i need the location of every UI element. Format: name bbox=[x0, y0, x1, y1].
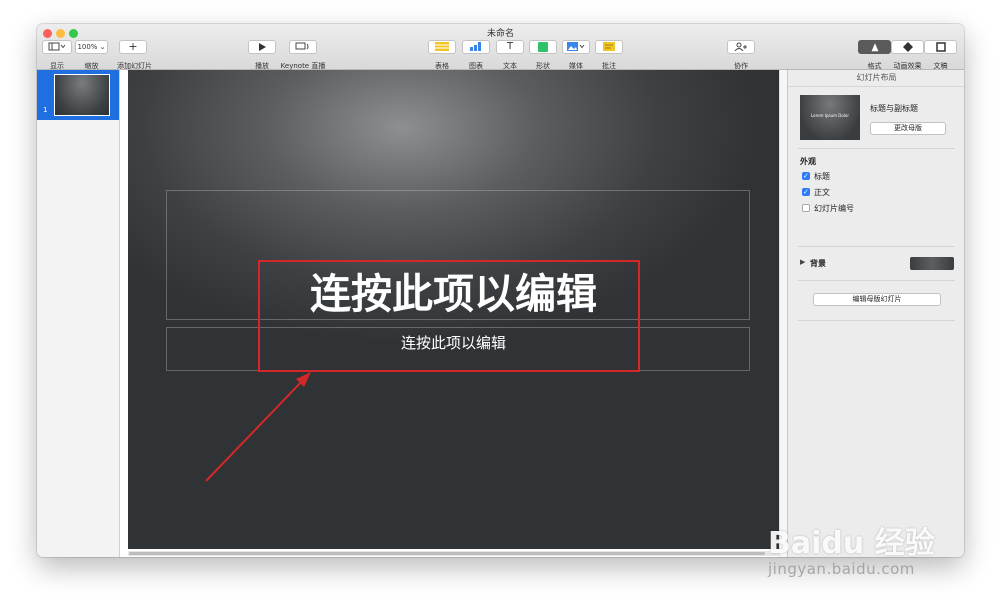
chevron-down-icon: ⌄ bbox=[97, 43, 106, 51]
text-control[interactable]: T 文本 bbox=[496, 40, 524, 71]
divider bbox=[798, 320, 955, 321]
divider bbox=[798, 280, 955, 281]
body-checkbox[interactable] bbox=[802, 188, 810, 196]
media-button[interactable] bbox=[562, 40, 590, 54]
toolbar: 未命名 显示 100% ⌄ 缩放 + 添加幻灯片 播放 Keynote 直播 表… bbox=[37, 24, 964, 70]
media-icon bbox=[567, 42, 585, 51]
horizontal-scrollbar[interactable] bbox=[128, 551, 779, 556]
divider bbox=[798, 246, 955, 247]
inspector-header: 幻灯片布局 bbox=[788, 70, 964, 87]
collaborate-button[interactable] bbox=[727, 40, 755, 54]
zoom-control[interactable]: 100% ⌄ 缩放 bbox=[75, 40, 108, 71]
document-button[interactable] bbox=[924, 40, 957, 54]
format-control[interactable]: 格式 bbox=[858, 40, 891, 71]
play-button[interactable] bbox=[248, 40, 276, 54]
body-checkbox-row[interactable]: 正文 bbox=[802, 187, 830, 198]
add-slide-button[interactable]: + bbox=[119, 40, 147, 54]
slide[interactable]: 连按此项以编辑 连按此项以编辑 bbox=[128, 70, 779, 549]
shape-control[interactable]: 形状 bbox=[529, 40, 557, 71]
scrollbar-thumb[interactable] bbox=[129, 552, 765, 555]
keynote-live-icon bbox=[295, 42, 309, 50]
media-control[interactable]: 媒体 bbox=[562, 40, 590, 71]
body-checkbox-label: 正文 bbox=[814, 188, 830, 197]
slide-navigator: 1 bbox=[37, 70, 120, 557]
document-icon bbox=[935, 41, 946, 52]
view-control[interactable]: 显示 bbox=[42, 40, 72, 71]
watermark-logo: Baidu 经验 bbox=[768, 526, 935, 561]
slide-canvas: 连按此项以编辑 连按此项以编辑 bbox=[120, 70, 787, 557]
collaborate-control[interactable]: 协作 bbox=[727, 40, 755, 71]
animate-icon bbox=[902, 41, 913, 52]
title-checkbox-label: 标题 bbox=[814, 172, 830, 181]
text-icon: T bbox=[506, 41, 514, 52]
document-control[interactable]: 文稿 bbox=[924, 40, 957, 71]
slide-thumbnail-selected[interactable]: 1 bbox=[37, 70, 119, 120]
annotation-arrow bbox=[205, 372, 311, 482]
animate-control[interactable]: 动画效果 bbox=[891, 40, 924, 71]
comment-button[interactable] bbox=[595, 40, 623, 54]
zoom-value: 100% bbox=[77, 43, 98, 51]
format-button[interactable] bbox=[858, 40, 891, 54]
table-button[interactable] bbox=[428, 40, 456, 54]
chart-icon bbox=[470, 42, 481, 51]
zoom-select[interactable]: 100% ⌄ bbox=[75, 40, 108, 54]
change-master-button[interactable]: 更改母版 bbox=[870, 122, 946, 135]
slide-number-checkbox[interactable] bbox=[802, 204, 810, 212]
background-label[interactable]: 背景 bbox=[810, 258, 826, 269]
title-checkbox[interactable] bbox=[802, 172, 810, 180]
watermark-url: jingyan.baidu.com bbox=[768, 560, 915, 578]
edit-master-slide-button[interactable]: 编辑母版幻灯片 bbox=[813, 293, 941, 306]
table-icon bbox=[435, 42, 449, 51]
title-checkbox-row[interactable]: 标题 bbox=[802, 171, 830, 182]
chart-button[interactable] bbox=[462, 40, 490, 54]
play-icon bbox=[259, 42, 266, 51]
sidebar-icon bbox=[48, 42, 66, 51]
master-thumbnail-text: Lorem Ipsum Dolor bbox=[810, 113, 850, 118]
paintbrush-icon bbox=[871, 42, 878, 51]
comment-control[interactable]: 批注 bbox=[595, 40, 623, 71]
text-button[interactable]: T bbox=[496, 40, 524, 54]
slide-thumbnail[interactable] bbox=[54, 74, 110, 116]
master-name: 标题与副标题 bbox=[870, 104, 918, 113]
play-control[interactable]: 播放 bbox=[248, 40, 276, 71]
master-thumbnail[interactable]: Lorem Ipsum Dolor bbox=[800, 95, 860, 140]
view-button[interactable] bbox=[42, 40, 72, 54]
keynote-live-control[interactable]: Keynote 直播 bbox=[280, 40, 326, 71]
background-swatch[interactable] bbox=[910, 257, 954, 270]
appearance-label: 外观 bbox=[800, 157, 816, 166]
vertical-scrollbar[interactable] bbox=[779, 70, 787, 557]
slide-number-checkbox-row[interactable]: 幻灯片编号 bbox=[802, 203, 854, 214]
format-inspector: 幻灯片布局 Lorem Ipsum Dolor 标题与副标题 更改母版 外观 标… bbox=[787, 70, 964, 557]
disclosure-triangle-icon[interactable]: ▶ bbox=[800, 258, 805, 266]
comment-icon bbox=[603, 42, 615, 51]
add-slide-control[interactable]: + 添加幻灯片 bbox=[117, 40, 152, 71]
plus-icon: + bbox=[128, 40, 138, 53]
keynote-window: 未命名 显示 100% ⌄ 缩放 + 添加幻灯片 播放 Keynote 直播 表… bbox=[37, 24, 964, 557]
divider bbox=[798, 148, 955, 149]
table-control[interactable]: 表格 bbox=[428, 40, 456, 71]
slide-number: 1 bbox=[43, 106, 48, 114]
keynote-live-button[interactable] bbox=[289, 40, 317, 54]
shape-button[interactable] bbox=[529, 40, 557, 54]
chart-control[interactable]: 图表 bbox=[462, 40, 490, 71]
animate-button[interactable] bbox=[891, 40, 924, 54]
shape-icon bbox=[538, 41, 548, 52]
window-title: 未命名 bbox=[486, 29, 514, 39]
slide-number-checkbox-label: 幻灯片编号 bbox=[814, 204, 854, 213]
collaborate-icon bbox=[734, 42, 747, 51]
